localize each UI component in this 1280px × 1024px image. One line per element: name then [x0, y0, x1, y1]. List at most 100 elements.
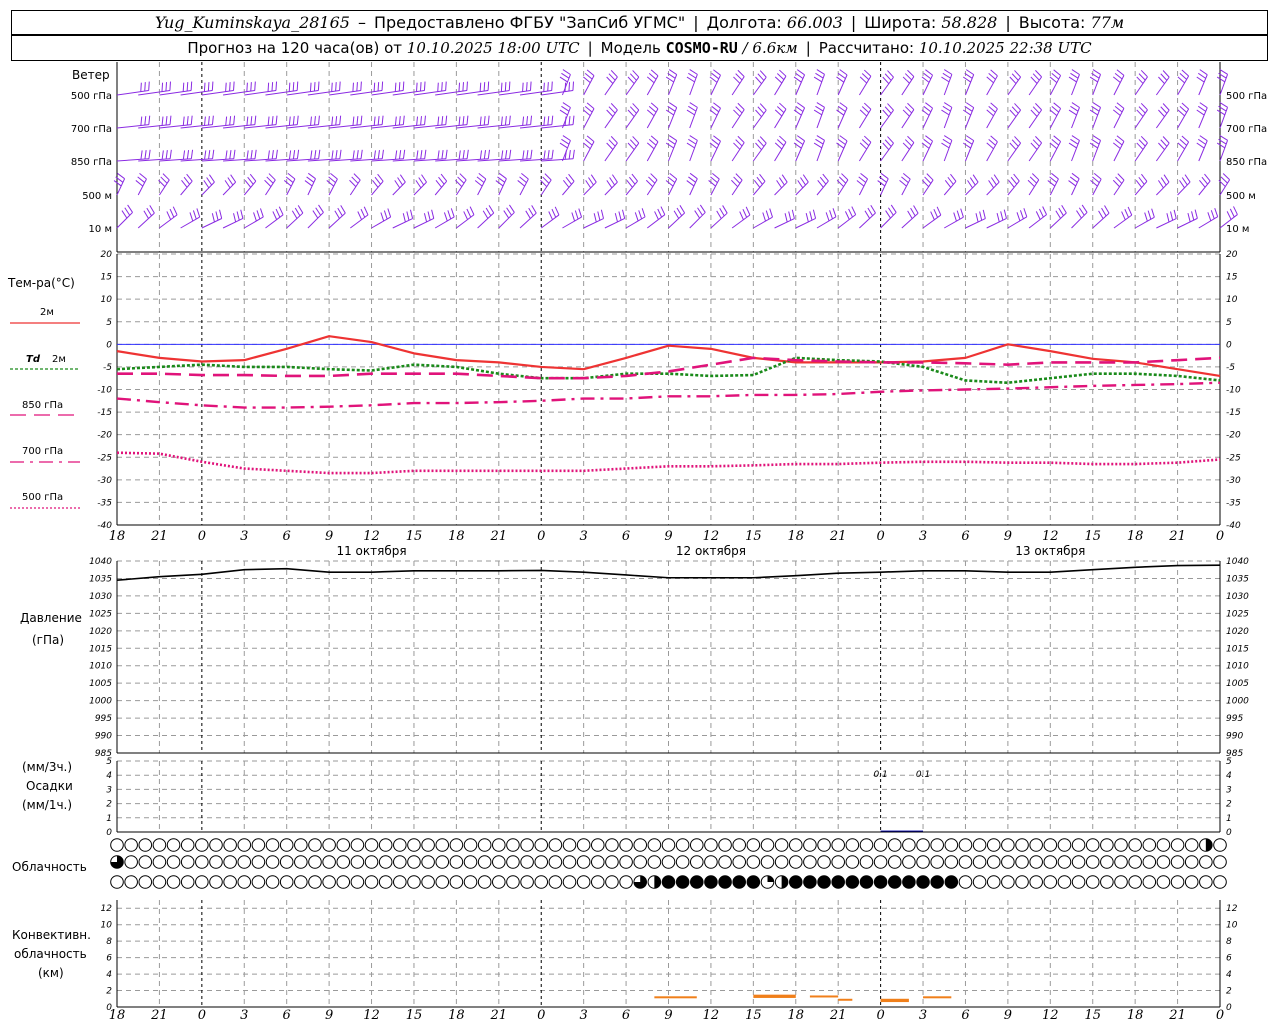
- wind-barb-feather: [275, 208, 281, 218]
- cloud-circle: [223, 855, 237, 869]
- cloud-circle: [1085, 838, 1100, 852]
- wind-barb-shaft: [837, 214, 856, 229]
- wind-barb-feather: [904, 106, 913, 114]
- wind-barb-shaft: [731, 76, 745, 96]
- cloud-circle: [350, 855, 365, 869]
- cloud-cover-circle: [887, 855, 902, 869]
- wind-barb-feather: [189, 212, 194, 222]
- wind-barb: [1028, 136, 1043, 162]
- legend-2m-label: 2м: [40, 307, 54, 318]
- wind-barb-feather: [757, 139, 765, 147]
- cloud-circle: [1057, 838, 1072, 852]
- wind-barb: [1049, 135, 1062, 162]
- wind-barb: [413, 81, 447, 96]
- x-tick-label: 18: [1127, 1008, 1144, 1023]
- cloud-cover-circle: [506, 855, 520, 869]
- wind-barb-shaft: [1198, 180, 1211, 196]
- cloud-cover-circle: [364, 875, 379, 889]
- wind-barb-feather: [381, 115, 384, 125]
- wind-barb-shaft: [668, 178, 678, 196]
- wind-barb-shaft: [753, 216, 773, 229]
- wind-barb-feather: [1003, 209, 1007, 219]
- wind-barb-feather: [522, 116, 525, 126]
- wind-barb: [1156, 209, 1177, 229]
- wind-barb-feather: [1199, 102, 1208, 109]
- wind-barb-feather: [308, 172, 316, 180]
- cloud-circle: [138, 875, 153, 889]
- cloud-cover-circle: [534, 838, 549, 852]
- wind-barb-feather: [526, 116, 529, 126]
- cloud-cover-circle: [1057, 855, 1072, 869]
- cloud-cover-circle: [1085, 855, 1100, 869]
- wind-barb: [1047, 172, 1059, 196]
- wind-barb-shaft: [816, 74, 825, 96]
- wind-barb-feather: [328, 176, 336, 183]
- wind-barb: [1068, 102, 1080, 129]
- legend-td-2m-label: 2м: [52, 354, 66, 365]
- cloud-cover-circle: [308, 838, 322, 852]
- wind-barb-shaft: [774, 218, 795, 229]
- cloud-cover-circle: [1100, 838, 1114, 852]
- wind-barb: [645, 173, 658, 196]
- cloud-cover-circle: [364, 838, 379, 852]
- wind-barb-feather: [943, 135, 953, 141]
- cloud-cover-circle: [732, 838, 747, 852]
- cloud-cover-circle: [322, 875, 336, 889]
- cloud-cover-circle: [251, 855, 266, 869]
- wind-barb: [1134, 135, 1148, 162]
- wind-barb-feather: [618, 211, 622, 221]
- wind-barb-feather: [441, 116, 444, 126]
- wind-barb: [349, 173, 361, 196]
- wind-barb-shaft: [774, 108, 787, 129]
- cloud-sector: [1205, 838, 1213, 852]
- wind-barb-feather: [665, 180, 674, 187]
- wind-barb: [813, 135, 825, 162]
- wind-barb-feather: [1140, 69, 1148, 78]
- wind-barb-shaft: [625, 76, 640, 96]
- wind-barb: [392, 174, 406, 196]
- wind-barb: [604, 70, 618, 96]
- wind-barb-feather: [719, 207, 725, 217]
- wind-barb-feather: [1177, 76, 1185, 84]
- wind-barb-feather: [528, 207, 534, 217]
- cloud-circle: [675, 838, 690, 852]
- wind-barb-feather: [1081, 204, 1088, 213]
- wind-barb-feather: [559, 109, 568, 116]
- wind-barb-feather: [829, 210, 833, 220]
- cloud-circle: [265, 838, 280, 852]
- cloud-circle: [166, 875, 181, 889]
- wind-barb-feather: [1112, 179, 1120, 188]
- cloud-circle: [760, 855, 775, 869]
- wind-barb-feather: [947, 176, 954, 185]
- x-tick-label: 0: [198, 1008, 206, 1023]
- cloud-circle: [590, 838, 605, 852]
- cloud-cover-circle: [506, 875, 520, 889]
- cloud-circle: [534, 838, 549, 852]
- wind-barb: [1198, 208, 1219, 229]
- wind-barb: [731, 69, 745, 96]
- cloud-circle: [492, 875, 506, 889]
- cloud-cover-circle: [732, 855, 747, 869]
- x-tick-label: 0: [198, 529, 206, 544]
- wind-barb-feather: [310, 116, 312, 126]
- wind-barb-feather: [795, 72, 804, 79]
- cloud-cover-circle: [534, 855, 549, 869]
- cloud-cover-circle: [534, 875, 549, 889]
- wind-barb-feather: [352, 116, 355, 126]
- wind-barb-feather: [933, 209, 939, 218]
- wind-barb-feather: [416, 150, 419, 160]
- wind-barb-feather: [230, 174, 237, 183]
- wind-barb-feather: [694, 210, 701, 219]
- wind-barb-feather: [863, 135, 872, 143]
- wind-barb: [1155, 136, 1170, 162]
- wind-barb-shaft: [646, 214, 666, 229]
- wind-barb: [689, 204, 706, 229]
- cloud-circle: [294, 838, 308, 852]
- cloud-circle: [180, 875, 195, 889]
- wind-barb-feather: [990, 69, 998, 77]
- wind-barb-shaft: [901, 76, 915, 96]
- wind-barb-feather: [160, 176, 168, 184]
- wind-barb: [901, 205, 919, 229]
- cloud-cover-circle: [1001, 875, 1015, 889]
- wind-barb: [710, 205, 728, 229]
